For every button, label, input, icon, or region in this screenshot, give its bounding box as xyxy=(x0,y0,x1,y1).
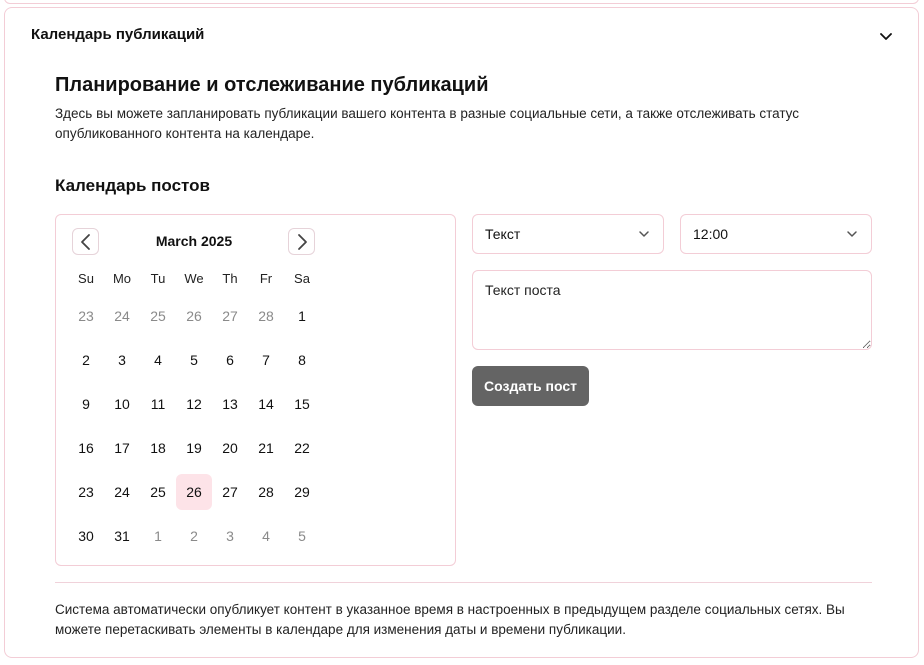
content-type-select[interactable]: Текст xyxy=(472,214,664,254)
chevron-down-icon xyxy=(639,231,649,237)
accordion-header[interactable]: Календарь публикаций xyxy=(5,8,918,62)
calendar-day[interactable]: 27 xyxy=(212,474,248,510)
calendar-day[interactable]: 18 xyxy=(140,430,176,466)
calendar-day[interactable]: 24 xyxy=(104,298,140,334)
days-grid: 23 24 25 26 27 28 1 2 3 4 5 6 7 8 9 10 11 12 13 14 15 16 17 18 1… xyxy=(68,295,320,559)
calendar-day[interactable]: 5 xyxy=(284,518,320,554)
calendar-day[interactable]: 2 xyxy=(176,518,212,554)
calendar-day[interactable]: 29 xyxy=(284,474,320,510)
chevron-left-icon xyxy=(80,233,90,250)
calendar-day[interactable]: 25 xyxy=(140,474,176,510)
weekday-label: We xyxy=(184,271,204,286)
calendar-day[interactable]: 21 xyxy=(248,430,284,466)
calendar-day-selected[interactable]: 26 xyxy=(176,474,212,510)
calendar-day[interactable]: 12 xyxy=(176,386,212,422)
calendar-day[interactable]: 9 xyxy=(68,386,104,422)
previous-card-edge xyxy=(4,0,919,4)
weekday-label: Mo xyxy=(112,271,132,286)
calendar-day[interactable]: 1 xyxy=(284,298,320,334)
create-post-button[interactable]: Создать пост xyxy=(472,366,589,406)
calendar-day[interactable]: 26 xyxy=(176,298,212,334)
calendar-day[interactable]: 30 xyxy=(68,518,104,554)
calendar-day[interactable]: 4 xyxy=(248,518,284,554)
next-month-button[interactable] xyxy=(288,228,315,255)
weekday-label: Tu xyxy=(150,271,166,286)
calendar-day[interactable]: 16 xyxy=(68,430,104,466)
calendar-day[interactable]: 17 xyxy=(104,430,140,466)
calendar-day[interactable]: 1 xyxy=(140,518,176,554)
calendar-day[interactable]: 23 xyxy=(68,298,104,334)
section-description: Здесь вы можете запланировать публикации… xyxy=(55,106,800,141)
weekday-label: Th xyxy=(222,271,238,286)
calendar-day[interactable]: 28 xyxy=(248,474,284,510)
calendar-day[interactable]: 27 xyxy=(212,298,248,334)
calendar-day[interactable]: 2 xyxy=(68,342,104,378)
section-title: Планирование и отслеживание публикаций xyxy=(55,74,489,96)
accordion-title: Календарь публикаций xyxy=(31,26,205,43)
calendar-day[interactable]: 4 xyxy=(140,342,176,378)
calendar-day[interactable]: 8 xyxy=(284,342,320,378)
calendar-day[interactable]: 13 xyxy=(212,386,248,422)
calendar-day[interactable]: 28 xyxy=(248,298,284,334)
publication-calendar-card: Календарь публикаций Планирование и отсл… xyxy=(4,7,919,658)
calendar-day[interactable]: 19 xyxy=(176,430,212,466)
calendar-day[interactable]: 15 xyxy=(284,386,320,422)
footer-note: Система автоматически опубликует контент… xyxy=(55,602,845,637)
time-select[interactable]: 12:00 xyxy=(680,214,872,254)
time-value: 12:00 xyxy=(693,226,729,242)
date-picker-calendar: March 2025 Su Mo Tu We Th Fr Sa 23 24 25 26 27 28 1 2… xyxy=(55,214,456,566)
prev-month-button[interactable] xyxy=(72,228,99,255)
calendar-day[interactable]: 10 xyxy=(104,386,140,422)
month-label: March 2025 xyxy=(155,233,233,249)
content-type-value: Текст xyxy=(485,226,521,242)
weekday-label: Su xyxy=(78,271,94,286)
calendar-day[interactable]: 6 xyxy=(212,342,248,378)
post-text-input[interactable] xyxy=(472,270,872,350)
calendar-heading: Календарь постов xyxy=(55,176,210,195)
calendar-day[interactable]: 31 xyxy=(104,518,140,554)
calendar-day[interactable]: 3 xyxy=(104,342,140,378)
calendar-day[interactable]: 3 xyxy=(212,518,248,554)
weekday-label: Sa xyxy=(294,271,310,286)
chevron-down-icon[interactable] xyxy=(878,28,894,44)
calendar-day[interactable]: 23 xyxy=(68,474,104,510)
divider xyxy=(55,582,872,583)
calendar-day[interactable]: 14 xyxy=(248,386,284,422)
calendar-day[interactable]: 5 xyxy=(176,342,212,378)
calendar-day[interactable]: 24 xyxy=(104,474,140,510)
calendar-day[interactable]: 11 xyxy=(140,386,176,422)
calendar-day[interactable]: 25 xyxy=(140,298,176,334)
calendar-day[interactable]: 7 xyxy=(248,342,284,378)
chevron-right-icon xyxy=(297,233,307,250)
calendar-day[interactable]: 22 xyxy=(284,430,320,466)
weekday-header-row: Su Mo Tu We Th Fr Sa xyxy=(68,271,320,286)
calendar-day[interactable]: 20 xyxy=(212,430,248,466)
chevron-down-icon xyxy=(847,231,857,237)
weekday-label: Fr xyxy=(259,271,273,286)
